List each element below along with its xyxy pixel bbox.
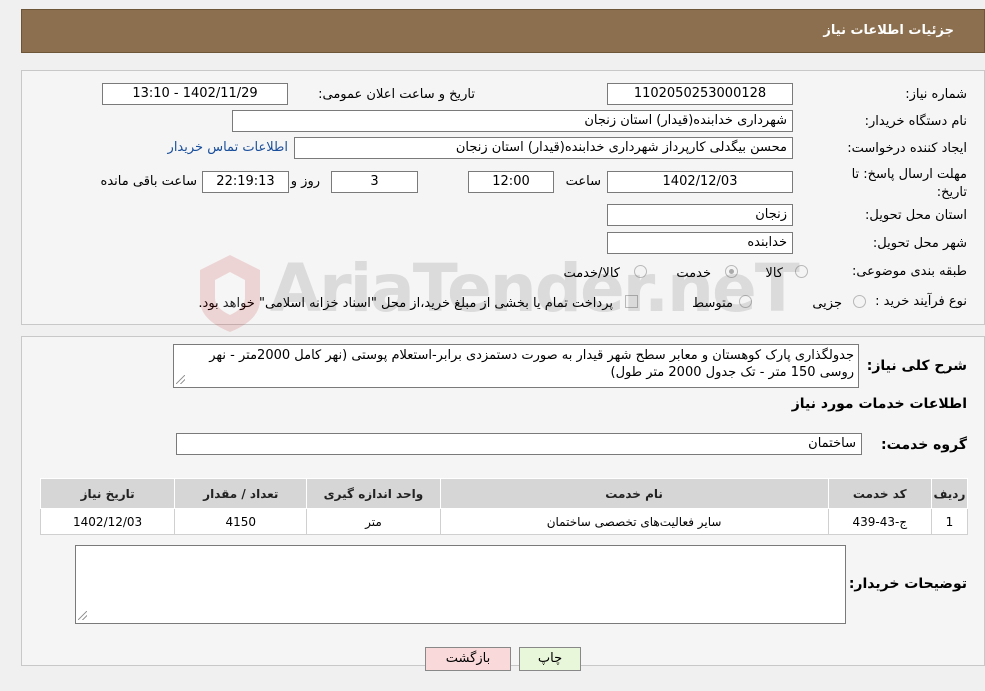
deadline-label-line2: تاریخ:	[936, 185, 967, 200]
purchase-type-label: نوع فرآیند خرید :	[875, 294, 967, 309]
deadline-time-field: 12:00	[468, 171, 554, 193]
col-row-number: ردیف	[930, 478, 969, 509]
need-number-field: 1102050253000128	[607, 83, 793, 105]
col-quantity: تعداد / مقدار	[174, 478, 308, 509]
services-table-header: ردیف کد خدمت نام خدمت واحد اندازه گیری ت…	[39, 478, 969, 509]
buyer-contact-link[interactable]: اطلاعات تماس خریدار	[168, 140, 288, 155]
deadline-time-label: ساعت	[565, 174, 601, 189]
table-row: 1 ج-43-439 سایر فعالیت‌های تخصصی ساختمان…	[39, 508, 969, 535]
remaining-time-field: 22:19:13	[202, 171, 289, 193]
category-radio-service[interactable]	[725, 265, 738, 278]
announce-datetime-label: تاریخ و ساعت اعلان عمومی:	[318, 87, 475, 102]
col-unit: واحد اندازه گیری	[306, 478, 441, 509]
col-service-code: کد خدمت	[827, 478, 932, 509]
description-label: شرح کلی نیاز:	[866, 358, 967, 374]
page-header: جزئیات اطلاعات نیاز	[21, 9, 985, 53]
cell-service-name: سایر فعالیت‌های تخصصی ساختمان	[439, 508, 829, 535]
col-need-date: تاریخ نیاز	[39, 478, 176, 509]
days-field: 3	[331, 171, 418, 193]
back-button[interactable]: بازگشت	[425, 647, 511, 671]
purchase-type-option-medium: متوسط	[692, 296, 733, 311]
col-service-name: نام خدمت	[439, 478, 829, 509]
category-radio-goods-service[interactable]	[634, 265, 647, 278]
announce-datetime-field: 1402/11/29 - 13:10	[102, 83, 288, 105]
city-label: شهر محل تحویل:	[872, 236, 967, 251]
services-table: ردیف کد خدمت نام خدمت واحد اندازه گیری ت…	[39, 478, 969, 535]
category-label: طبقه بندی موضوعی:	[851, 264, 967, 279]
service-group-field: ساختمان	[176, 433, 862, 455]
cell-need-date: 1402/12/03	[39, 508, 176, 535]
treasury-payment-note: پرداخت تمام یا بخشی از مبلغ خرید،از محل …	[198, 296, 613, 311]
page-title: جزئیات اطلاعات نیاز	[823, 23, 954, 38]
category-radio-goods[interactable]	[795, 265, 808, 278]
need-info-panel	[21, 70, 985, 325]
purchase-type-option-minor: جزیی	[812, 296, 842, 311]
category-option-goods: کالا	[765, 266, 783, 281]
description-textarea[interactable]: جدولگذاری پارک کوهستان و معابر سطح شهر ق…	[173, 344, 859, 388]
cell-service-code: ج-43-439	[827, 508, 932, 535]
buyer-org-field: شهرداری خدابنده(قیدار) استان زنجان	[232, 110, 793, 132]
cell-unit: متر	[306, 508, 441, 535]
services-section-title: اطلاعات خدمات مورد نیاز	[791, 396, 967, 412]
requester-label: ایجاد کننده درخواست:	[847, 141, 967, 156]
province-field: زنجان	[607, 204, 793, 226]
cell-row-number: 1	[930, 508, 969, 535]
category-option-service: خدمت	[676, 266, 711, 281]
print-button[interactable]: چاپ	[519, 647, 581, 671]
buyer-notes-textarea[interactable]	[75, 545, 846, 624]
remaining-time-label: ساعت باقی مانده	[100, 174, 197, 189]
deadline-label: مهلت ارسال پاسخ: تا تاریخ:	[852, 166, 967, 202]
province-label: استان محل تحویل:	[865, 208, 967, 223]
need-number-label: شماره نیاز:	[905, 87, 967, 102]
buyer-notes-resize-grip[interactable]	[78, 611, 87, 620]
buyer-notes-label: توضیحات خریدار:	[848, 576, 967, 592]
buyer-org-label: نام دستگاه خریدار:	[864, 114, 967, 129]
description-resize-grip[interactable]	[176, 375, 185, 384]
treasury-payment-checkbox[interactable]	[625, 295, 638, 308]
deadline-label-line1: مهلت ارسال پاسخ: تا	[851, 167, 967, 182]
city-field: خدابنده	[607, 232, 793, 254]
deadline-date-field: 1402/12/03	[607, 171, 793, 193]
category-option-goods-service: کالا/خدمت	[563, 266, 620, 281]
cell-quantity: 4150	[174, 508, 308, 535]
purchase-type-radio-medium[interactable]	[739, 295, 752, 308]
purchase-type-radio-minor[interactable]	[853, 295, 866, 308]
service-group-label: گروه خدمت:	[881, 437, 967, 453]
days-label: روز و	[290, 174, 320, 189]
requester-field: محسن بیگدلی کارپرداز شهرداری خدابنده(قید…	[294, 137, 793, 159]
